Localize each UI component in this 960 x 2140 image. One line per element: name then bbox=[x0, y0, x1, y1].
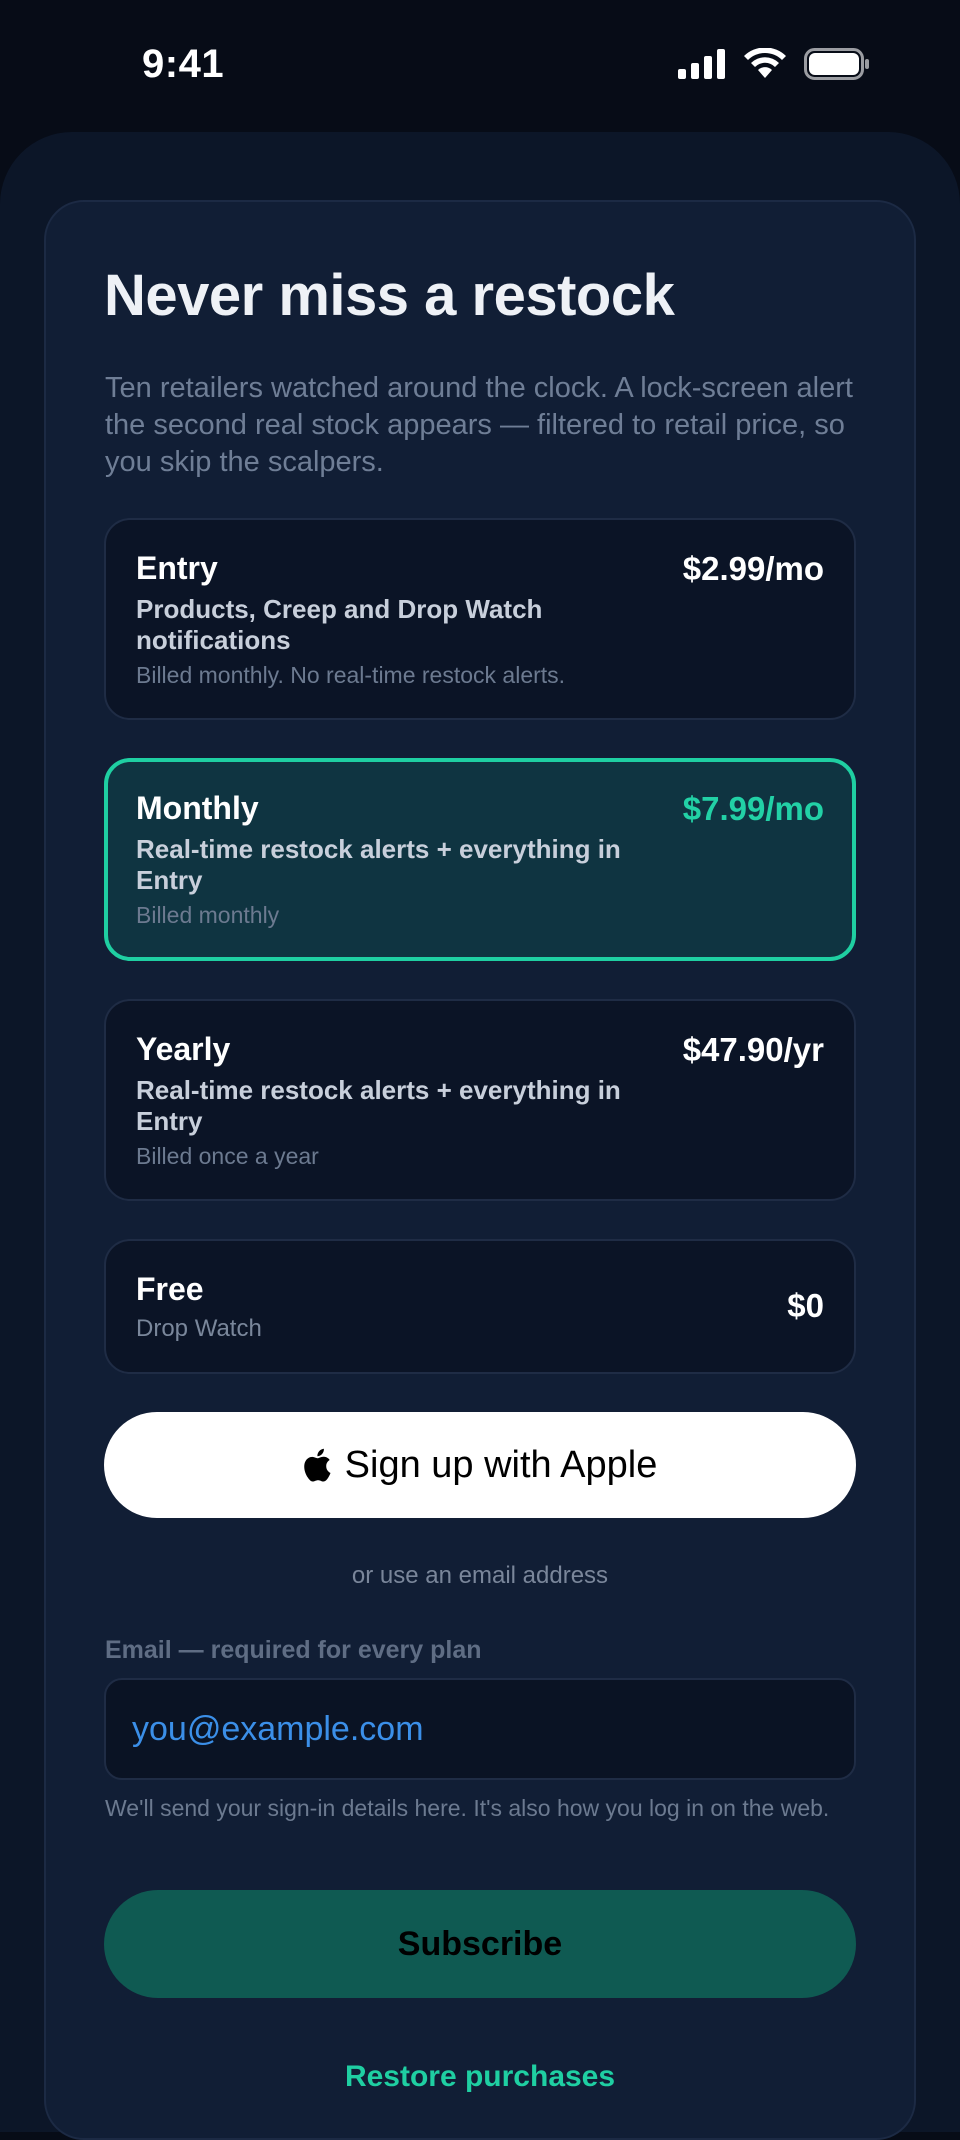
email-help-text: We'll send your sign-in details here. It… bbox=[105, 1795, 830, 1821]
plan-description: Real-time restock alerts + everything in… bbox=[136, 834, 621, 895]
plan-price: $7.99/mo bbox=[682, 790, 824, 827]
plan-option-free[interactable]: Free $0 Drop Watch bbox=[104, 1239, 856, 1374]
plan-description: Drop Watch bbox=[136, 1315, 262, 1342]
email-field[interactable] bbox=[104, 1678, 856, 1780]
plan-billing: Billed monthly. No real-time restock ale… bbox=[136, 662, 566, 688]
plan-name: Yearly bbox=[136, 1031, 231, 1067]
status-icons bbox=[678, 48, 870, 80]
email-divider-text: or use an email address bbox=[351, 1562, 609, 1589]
plan-option-yearly[interactable]: Yearly $47.90/yr Real-time restock alert… bbox=[104, 999, 856, 1201]
status-time: 9:41 bbox=[142, 42, 225, 86]
plan-price: $2.99/mo bbox=[682, 550, 824, 587]
status-bar: 9:41 bbox=[0, 0, 960, 130]
plan-name: Monthly bbox=[136, 790, 259, 826]
cellular-signal-icon bbox=[678, 49, 725, 79]
apple-button-label: Sign up with Apple bbox=[344, 1443, 658, 1486]
email-field-label: Email — required for every plan bbox=[105, 1636, 482, 1664]
plan-name: Free bbox=[136, 1271, 204, 1307]
page-title: Never miss a restock bbox=[104, 263, 675, 328]
subscribe-button[interactable]: Subscribe bbox=[104, 1890, 856, 1998]
plan-price: $47.90/yr bbox=[682, 1031, 824, 1068]
plan-option-entry[interactable]: Entry $2.99/mo Products, Creep and Drop … bbox=[104, 518, 856, 720]
plan-billing: Billed monthly bbox=[136, 902, 280, 928]
apple-logo-icon bbox=[303, 1448, 331, 1482]
plan-option-monthly[interactable]: Monthly $7.99/mo Real-time restock alert… bbox=[104, 758, 856, 961]
plan-description: Real-time restock alerts + everything in… bbox=[136, 1075, 621, 1136]
restore-purchases-link[interactable]: Restore purchases bbox=[0, 2060, 960, 2094]
page-subtitle: Ten retailers watched around the clock. … bbox=[105, 372, 853, 478]
sign-up-with-apple-button[interactable]: Sign up with Apple bbox=[104, 1412, 856, 1518]
plan-billing: Billed once a year bbox=[136, 1143, 319, 1169]
battery-icon bbox=[804, 48, 869, 80]
plan-price: $0 bbox=[787, 1287, 824, 1324]
plan-name: Entry bbox=[136, 550, 218, 586]
plan-description: Products, Creep and Drop Watch notificat… bbox=[136, 594, 543, 655]
wifi-icon bbox=[744, 48, 786, 78]
